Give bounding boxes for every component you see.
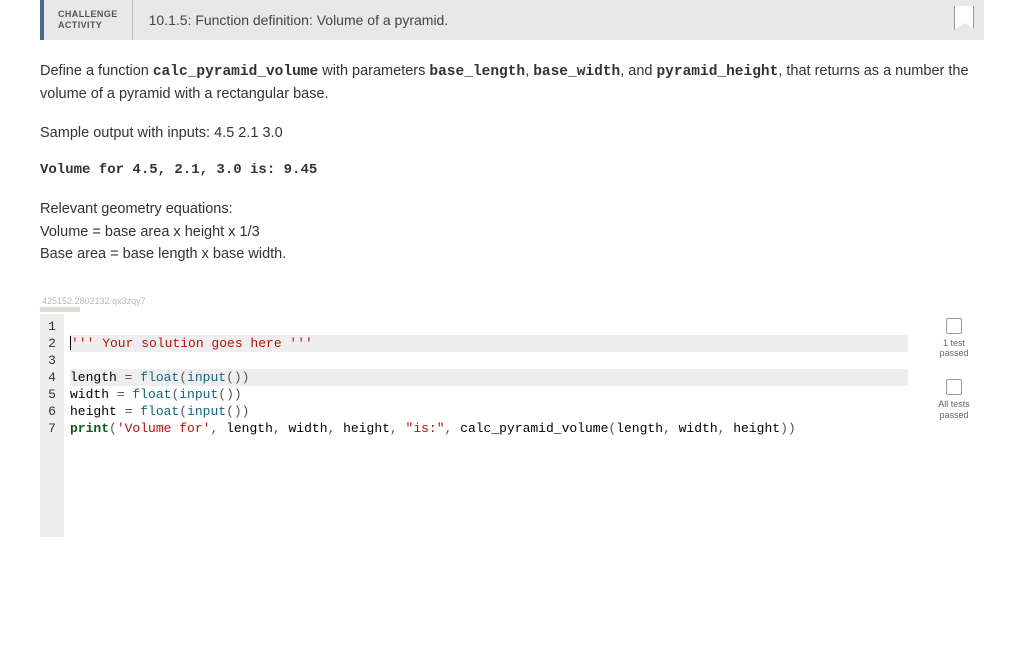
code-line[interactable]: print('Volume for', length, width, heigh…: [70, 420, 908, 437]
code-editor[interactable]: 1 2 3 4 5 6 7 ''' Your solution goes her…: [40, 314, 914, 537]
challenge-label-2: ACTIVITY: [58, 20, 118, 31]
bookmark-icon[interactable]: [954, 6, 974, 30]
geometry-block: Relevant geometry equations: Volume = ba…: [40, 198, 984, 265]
code-line[interactable]: [70, 352, 908, 369]
code-param: base_length: [429, 64, 525, 80]
checkbox-icon: [946, 379, 962, 395]
instruction-paragraph: Define a function calc_pyramid_volume wi…: [40, 60, 984, 106]
code-content[interactable]: ''' Your solution goes here ''' length =…: [64, 314, 914, 537]
badge-text: passed: [939, 348, 968, 359]
line-number: 7: [40, 420, 64, 437]
code-line[interactable]: height = float(input()): [70, 403, 908, 420]
decorative-bar: [40, 307, 80, 312]
line-number: 3: [40, 352, 64, 369]
instructions: Define a function calc_pyramid_volume wi…: [40, 60, 984, 266]
sample-label: Sample output with inputs: 4.5 2.1 3.0: [40, 122, 984, 144]
code-line[interactable]: width = float(input()): [70, 386, 908, 403]
line-number: 6: [40, 403, 64, 420]
geom-line: Volume = base area x height x 1/3: [40, 221, 984, 243]
badge-one-test: 1 test passed: [939, 318, 968, 360]
challenge-header: CHALLENGE ACTIVITY 10.1.5: Function defi…: [40, 0, 984, 40]
code-param: base_width: [533, 64, 620, 80]
line-number: 4: [40, 369, 64, 386]
challenge-title: 10.1.5: Function definition: Volume of a…: [133, 12, 449, 28]
badge-text: 1 test: [943, 338, 965, 349]
geom-line: Base area = base length x base width.: [40, 243, 984, 265]
badge-all-tests: All tests passed: [938, 379, 970, 421]
badge-text: All tests: [938, 399, 970, 410]
status-badges: 1 test passed All tests passed: [924, 314, 984, 421]
checkbox-icon: [946, 318, 962, 334]
line-number: 5: [40, 386, 64, 403]
code-func-name: calc_pyramid_volume: [153, 64, 318, 80]
challenge-label-1: CHALLENGE: [58, 9, 118, 20]
code-line-active[interactable]: ''' Your solution goes here ''': [70, 335, 908, 352]
line-number-gutter: 1 2 3 4 5 6 7: [40, 314, 64, 537]
challenge-badge: CHALLENGE ACTIVITY: [44, 0, 133, 40]
file-id: 425152.2802132.qx3zqy7: [40, 296, 984, 306]
line-number: 1: [40, 318, 64, 335]
code-param: pyramid_height: [656, 64, 778, 80]
code-line[interactable]: [70, 318, 908, 335]
code-line[interactable]: length = float(input()): [70, 369, 908, 386]
line-number: 2: [40, 335, 64, 352]
geom-heading: Relevant geometry equations:: [40, 198, 984, 220]
sample-output: Volume for 4.5, 2.1, 3.0 is: 9.45: [40, 160, 984, 182]
badge-text: passed: [939, 410, 968, 421]
